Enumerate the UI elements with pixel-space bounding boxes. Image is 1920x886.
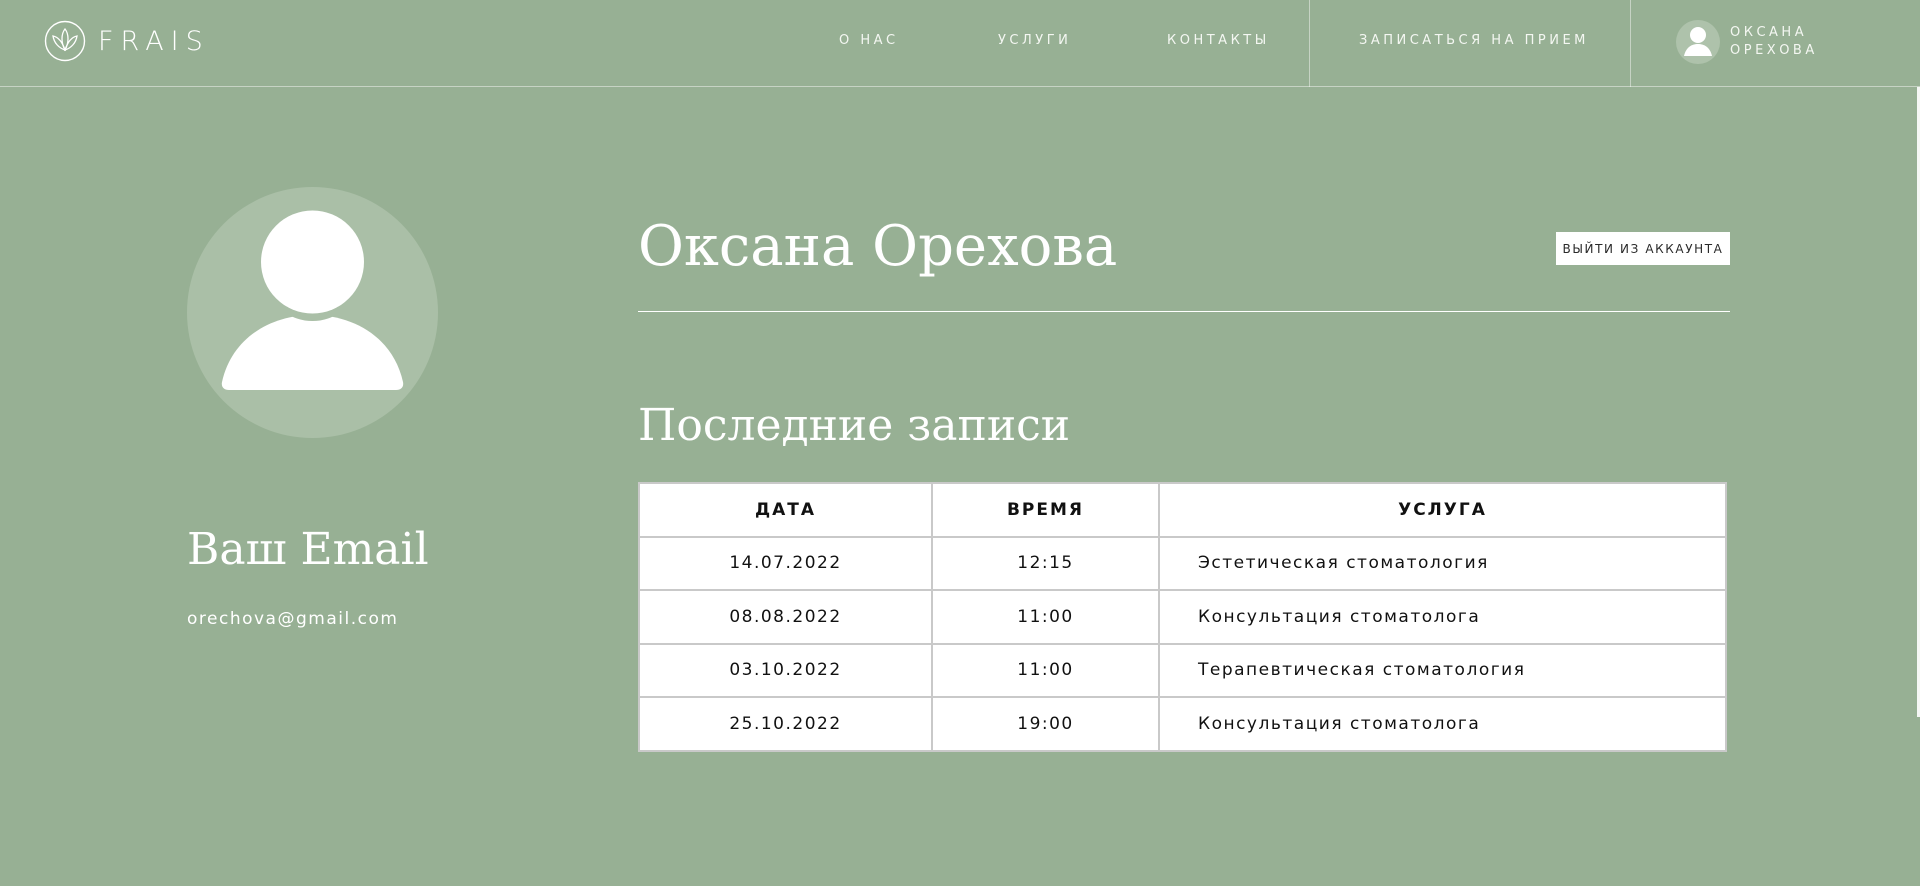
cell-time: 11:00 (931, 589, 1160, 645)
column-header-time: ВРЕМЯ (931, 482, 1160, 538)
divider (638, 311, 1730, 312)
cell-time: 12:15 (931, 535, 1160, 591)
user-silhouette-icon (1684, 27, 1712, 56)
logout-button[interactable]: ВЫЙТИ ИЗ АККАУНТА (1556, 232, 1730, 265)
email-heading: Ваш Email (187, 524, 429, 575)
cell-service: Эстетическая стоматология (1158, 535, 1727, 591)
table-row: 08.08.2022 11:00 Консультация стоматолог… (638, 589, 1727, 645)
nav-divider (1630, 0, 1631, 87)
cell-time: 11:00 (931, 642, 1160, 698)
email-value: orechova@gmail.com (187, 609, 399, 629)
profile-page: FRAIS О НАС УСЛУГИ КОНТАКТЫ ЗАПИСАТЬСЯ Н… (0, 0, 1920, 886)
cell-date: 03.10.2022 (638, 642, 933, 698)
nav-contacts[interactable]: КОНТАКТЫ (1167, 33, 1270, 48)
recent-appointments-heading: Последние записи (638, 400, 1071, 451)
user-first-name: ОКСАНА (1730, 25, 1808, 40)
cell-service: Консультация стоматолога (1158, 696, 1727, 752)
table-header-row: ДАТА ВРЕМЯ УСЛУГА (638, 482, 1727, 538)
nav-about[interactable]: О НАС (839, 33, 899, 48)
cell-time: 19:00 (931, 696, 1160, 752)
table-row: 03.10.2022 11:00 Терапевтическая стомато… (638, 642, 1727, 698)
user-menu[interactable]: ОКСАНА ОРЕХОВА (1676, 20, 1818, 64)
table-row: 25.10.2022 19:00 Консультация стоматолог… (638, 696, 1727, 752)
profile-name: Оксана Орехова (638, 214, 1118, 279)
table-row: 14.07.2022 12:15 Эстетическая стоматолог… (638, 535, 1727, 591)
cell-date: 14.07.2022 (638, 535, 933, 591)
cell-date: 25.10.2022 (638, 696, 933, 752)
appointments-table: ДАТА ВРЕМЯ УСЛУГА 14.07.2022 12:15 Эстет… (638, 482, 1727, 752)
column-header-service: УСЛУГА (1158, 482, 1727, 538)
cell-service: Консультация стоматолога (1158, 589, 1727, 645)
cell-date: 08.08.2022 (638, 589, 933, 645)
user-avatar (1676, 20, 1720, 64)
site-header: FRAIS О НАС УСЛУГИ КОНТАКТЫ ЗАПИСАТЬСЯ Н… (0, 0, 1920, 87)
user-last-name: ОРЕХОВА (1730, 43, 1818, 58)
user-silhouette-icon (221, 210, 404, 390)
column-header-date: ДАТА (638, 482, 933, 538)
lotus-icon (44, 20, 86, 62)
nav-services[interactable]: УСЛУГИ (998, 33, 1071, 48)
user-name: ОКСАНА ОРЕХОВА (1730, 24, 1818, 60)
nav-book-appointment[interactable]: ЗАПИСАТЬСЯ НА ПРИЕМ (1359, 33, 1589, 48)
nav-divider (1309, 0, 1310, 87)
logo-text: FRAIS (98, 25, 210, 57)
site-logo[interactable]: FRAIS (44, 20, 210, 62)
profile-avatar (187, 187, 438, 438)
cell-service: Терапевтическая стоматология (1158, 642, 1727, 698)
